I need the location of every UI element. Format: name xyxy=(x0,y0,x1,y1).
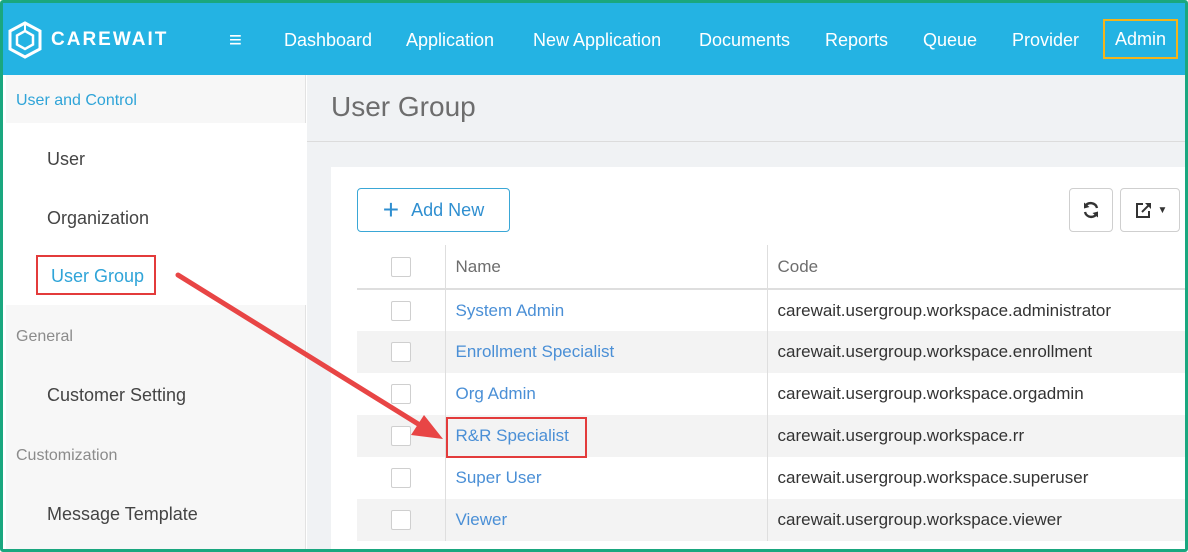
nav-admin[interactable]: Admin xyxy=(1103,19,1179,59)
group-code: carewait.usergroup.workspace.orgadmin xyxy=(777,384,1084,403)
carewait-logo-icon xyxy=(8,21,42,59)
sidebar-item-user[interactable]: User xyxy=(47,149,85,170)
add-new-label: Add New xyxy=(411,199,485,220)
export-icon xyxy=(1135,203,1151,218)
sidebar: User and Control User Organization User … xyxy=(6,75,306,549)
nav-application[interactable]: Application xyxy=(406,25,494,55)
sidebar-heading-general[interactable]: General xyxy=(16,328,73,346)
group-name-link[interactable]: Org Admin xyxy=(456,384,536,403)
table-row[interactable]: Org Admin carewait.usergroup.workspace.o… xyxy=(357,373,1185,415)
nav-documents[interactable]: Documents xyxy=(699,25,790,55)
table-row[interactable]: Enrollment Specialist carewait.usergroup… xyxy=(357,331,1185,373)
row-checkbox[interactable] xyxy=(390,510,411,531)
rr-specialist-highlight-box xyxy=(446,417,587,458)
table-header-row: Name Code xyxy=(357,245,1185,290)
sidebar-item-organization[interactable]: Organization xyxy=(47,208,149,229)
title-divider xyxy=(307,141,1185,142)
add-new-button[interactable]: + Add New xyxy=(357,188,510,232)
column-header-code[interactable]: Code xyxy=(767,245,1185,290)
nav-dashboard[interactable]: Dashboard xyxy=(284,25,372,55)
row-checkbox[interactable] xyxy=(390,468,411,489)
column-header-name[interactable]: Name xyxy=(445,245,768,290)
page-title: User Group xyxy=(331,91,476,122)
select-all-checkbox[interactable] xyxy=(390,256,411,277)
user-group-table: Name Code System Admin carewait.usergrou… xyxy=(357,245,1185,541)
row-checkbox[interactable] xyxy=(390,426,411,447)
group-code: carewait.usergroup.workspace.superuser xyxy=(777,468,1089,487)
app-frame: CAREWAIT ≡ Dashboard Application New App… xyxy=(0,0,1188,552)
row-checkbox[interactable] xyxy=(390,300,411,321)
sidebar-heading-customization[interactable]: Customization xyxy=(16,447,117,465)
table-row[interactable]: Viewer carewait.usergroup.workspace.view… xyxy=(357,499,1185,541)
plus-icon: + xyxy=(382,194,400,225)
group-code: carewait.usergroup.workspace.rr xyxy=(767,415,1185,457)
sidebar-item-customer-setting[interactable]: Customer Setting xyxy=(47,385,186,406)
caret-down-icon: ▼ xyxy=(1157,204,1168,216)
user-group-card: + Add New ▼ Name Code System Admin carew… xyxy=(331,167,1185,549)
menu-toggle-icon[interactable]: ≡ xyxy=(229,29,242,51)
group-name-link[interactable]: System Admin xyxy=(456,301,565,320)
refresh-button[interactable] xyxy=(1069,188,1113,232)
table-row[interactable]: System Admin carewait.usergroup.workspac… xyxy=(357,289,1185,331)
sidebar-heading-user-and-control[interactable]: User and Control xyxy=(16,92,137,110)
group-code: carewait.usergroup.workspace.enrollment xyxy=(767,331,1185,373)
group-name-link[interactable]: Super User xyxy=(456,468,542,487)
nav-reports[interactable]: Reports xyxy=(825,25,888,55)
top-navbar: CAREWAIT ≡ Dashboard Application New App… xyxy=(3,3,1185,75)
brand-name: CAREWAIT xyxy=(51,29,169,50)
table-row[interactable]: Super User carewait.usergroup.workspace.… xyxy=(357,457,1185,499)
row-checkbox[interactable] xyxy=(390,384,411,405)
brand[interactable]: CAREWAIT xyxy=(7,21,168,59)
nav-queue[interactable]: Queue xyxy=(923,25,977,55)
sidebar-item-message-template[interactable]: Message Template xyxy=(47,504,198,525)
row-checkbox[interactable] xyxy=(390,342,411,363)
group-code: carewait.usergroup.workspace.viewer xyxy=(767,499,1185,541)
group-code: carewait.usergroup.workspace.administrat… xyxy=(777,300,1112,320)
nav-new-application[interactable]: New Application xyxy=(533,25,661,55)
group-name-link[interactable]: Viewer xyxy=(456,510,508,529)
group-name-link[interactable]: Enrollment Specialist xyxy=(456,342,615,361)
user-group-highlight-box xyxy=(36,255,156,295)
main-content: User Group + Add New ▼ Name Code System … xyxy=(307,75,1185,549)
refresh-icon xyxy=(1083,202,1099,218)
export-button[interactable]: ▼ xyxy=(1120,188,1180,232)
nav-provider[interactable]: Provider xyxy=(1012,25,1079,55)
